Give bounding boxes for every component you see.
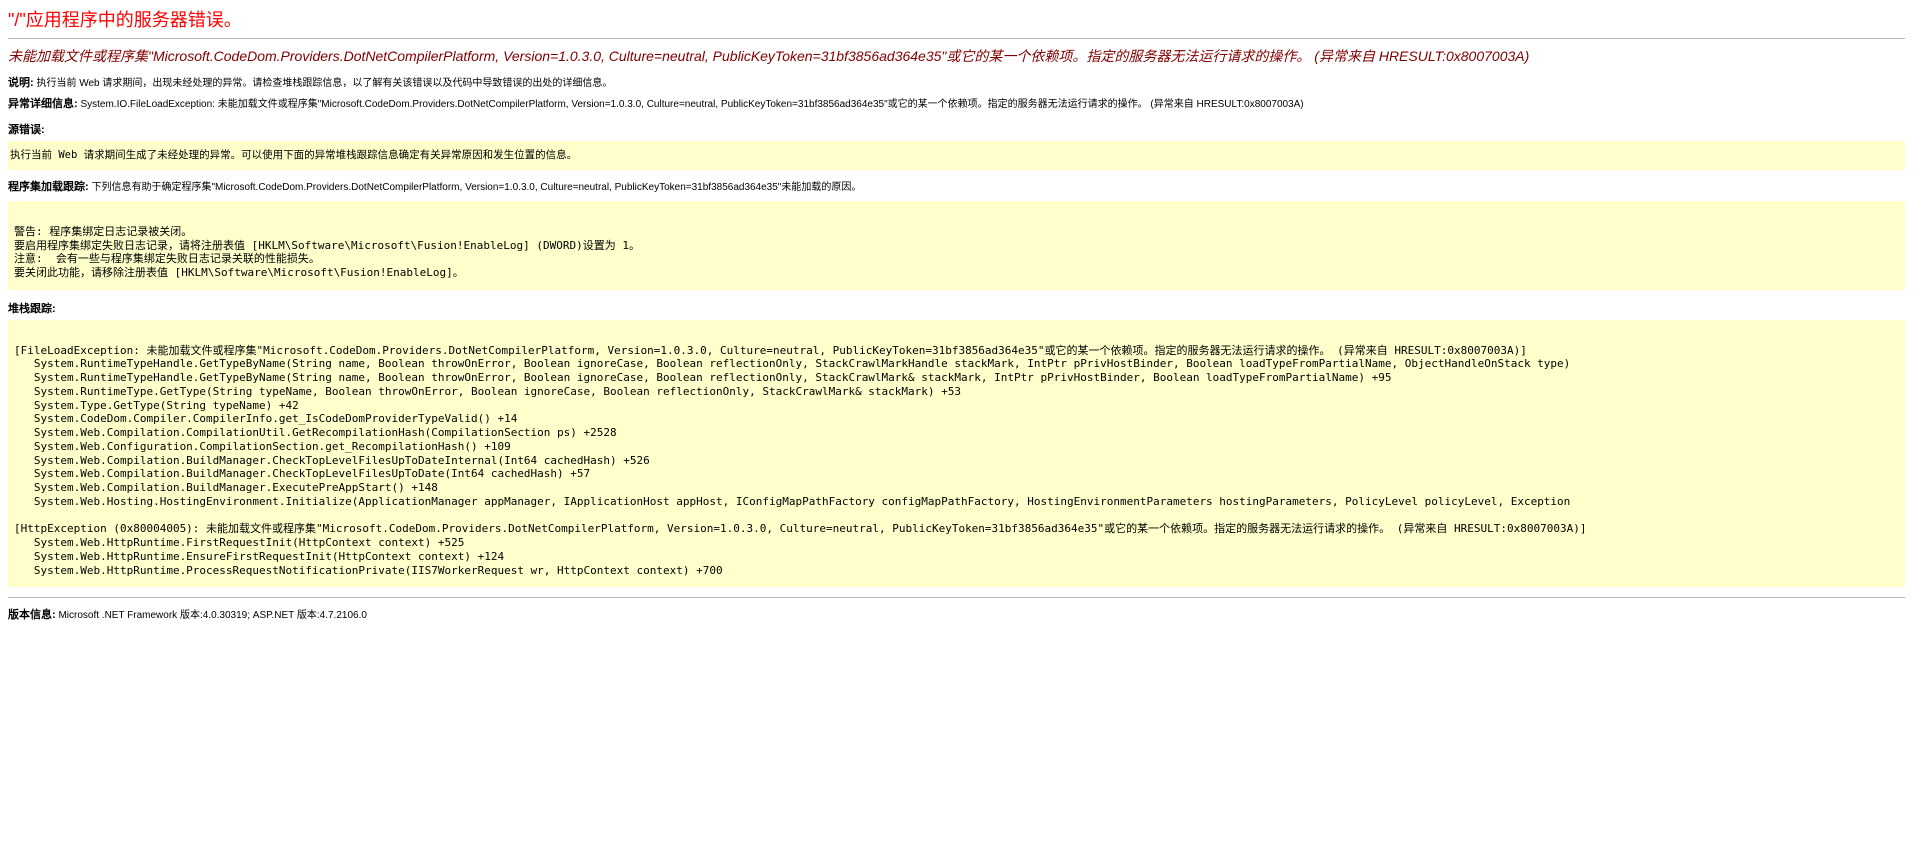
description-section: 说明: 执行当前 Web 请求期间，出现未经处理的异常。请检查堆栈跟踪信息，以了… [8,76,1905,91]
description-label: 说明: [8,77,34,89]
stack-trace-code: [FileLoadException: 未能加载文件或程序集"Microsoft… [8,322,1905,586]
assembly-load-trace-text: 下列信息有助于确定程序集"Microsoft.CodeDom.Providers… [89,182,862,193]
stack-trace-label: 堆栈跟踪: [8,300,1905,316]
assembly-load-trace-section: 程序集加载跟踪: 下列信息有助于确定程序集"Microsoft.CodeDom.… [8,180,1905,195]
exception-details-text: System.IO.FileLoadException: 未能加载文件或程序集"… [78,99,1304,110]
source-error-label: 源错误: [8,121,1905,137]
assembly-load-trace-code: 警告: 程序集绑定日志记录被关闭。 要启用程序集绑定失败日志记录，请将注册表值 … [8,203,1905,288]
version-label: 版本信息: [8,609,56,621]
assembly-load-trace-box: 警告: 程序集绑定日志记录被关闭。 要启用程序集绑定失败日志记录，请将注册表值 … [8,201,1905,290]
version-info: 版本信息: Microsoft .NET Framework 版本:4.0.30… [8,606,1905,622]
separator-bottom [8,597,1905,598]
exception-message-text: 未能加载文件或程序集"Microsoft.CodeDom.Providers.D… [8,48,1529,64]
separator [8,38,1905,39]
exception-details-section: 异常详细信息: System.IO.FileLoadException: 未能加… [8,97,1905,112]
source-error-code: 执行当前 Web 请求期间生成了未经处理的异常。可以使用下面的异常堆栈跟踪信息确… [8,143,1905,168]
stack-trace-box: [FileLoadException: 未能加载文件或程序集"Microsoft… [8,320,1905,588]
page-title: "/"应用程序中的服务器错误。 [8,6,1905,32]
exception-details-label: 异常详细信息: [8,98,78,110]
version-text: Microsoft .NET Framework 版本:4.0.30319; A… [56,610,367,621]
exception-message: 未能加载文件或程序集"Microsoft.CodeDom.Providers.D… [8,47,1905,66]
source-error-box: 执行当前 Web 请求期间生成了未经处理的异常。可以使用下面的异常堆栈跟踪信息确… [8,141,1905,170]
assembly-load-trace-label: 程序集加载跟踪: [8,181,89,193]
description-text: 执行当前 Web 请求期间，出现未经处理的异常。请检查堆栈跟踪信息，以了解有关该… [34,78,613,89]
